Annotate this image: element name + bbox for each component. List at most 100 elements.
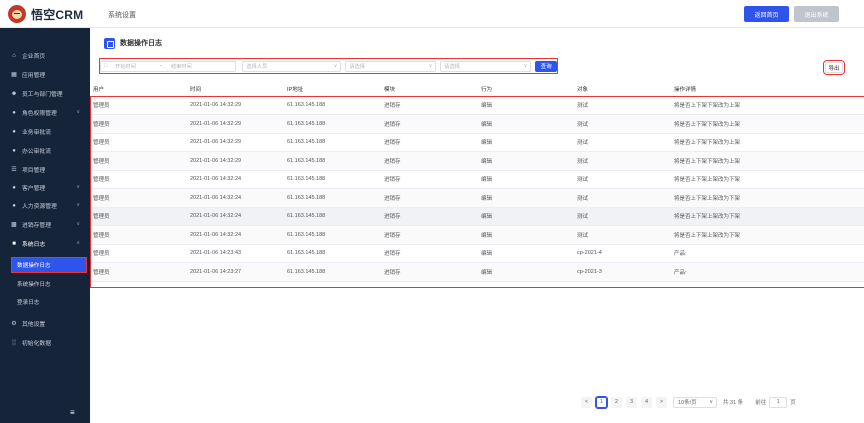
cell-detail: 将是否上下架下架改为上架 — [671, 96, 864, 115]
table-row[interactable]: 管理员 2021-01-06 14:32:29 61.163.145.188 进销存编… — [90, 114, 864, 134]
chevron-down-icon: ∨ — [76, 202, 80, 208]
column-header-action[interactable]: 行为 — [478, 82, 574, 97]
cell-time: 2021-01-06 14:32:29 — [187, 133, 284, 152]
cell-object: 测试 — [574, 114, 671, 134]
home-icon: ⌂ — [12, 52, 16, 59]
table-header-row: 用户 时间 IP地址 模块 行为 对象 操作详情 — [90, 82, 864, 97]
page-button-1[interactable]: 1 — [595, 395, 608, 409]
action-select[interactable]: 请选择 ∨ — [440, 60, 532, 72]
cell-user: 管理员 — [90, 114, 187, 134]
cell-action: 编辑 — [478, 114, 574, 134]
cell-ip: 61.163.145.188 — [284, 225, 381, 245]
sidebar-item-init-data[interactable]: ░ 初始化数据 — [0, 334, 90, 351]
export-button[interactable]: 导出 — [823, 60, 845, 75]
collapse-menu-icon[interactable]: ≡ — [70, 408, 75, 417]
users-icon: ☻ — [10, 90, 18, 97]
page-button-2[interactable]: 2 — [611, 396, 622, 408]
sidebar-sub-login-log[interactable]: 登录日志 — [12, 295, 86, 309]
cell-user: 管理员 — [90, 244, 187, 263]
cell-user: 管理员 — [90, 96, 187, 115]
table-row[interactable]: 管理员 2021-01-06 14:32:29 61.163.145.188 进销存编… — [90, 133, 864, 152]
sidebar-item-enterprise-home[interactable]: ⌂ 企业首页 — [0, 47, 90, 64]
sidebar-item-inventory[interactable]: ▩ 进销存管理 ∨ — [0, 216, 90, 233]
sidebar-item-customers[interactable]: ● 客户管理 ∨ — [0, 179, 90, 196]
cell-time: 2021-01-06 14:32:29 — [187, 151, 284, 171]
page-button-3[interactable]: 3 — [626, 396, 637, 408]
table-row[interactable]: 管理员 2021-01-06 14:32:24 61.163.145.188 进销存编… — [90, 225, 864, 245]
column-header-ip[interactable]: IP地址 — [284, 82, 381, 97]
table-row[interactable]: 管理员 2021-01-06 14:32:29 61.163.145.188 进销存编… — [90, 151, 864, 171]
cell-time: 2021-01-06 14:32:24 — [187, 207, 284, 226]
table-row[interactable]: 管理员 2021-01-06 14:32:29 61.163.145.188 进销存编… — [90, 96, 864, 115]
goto-page-input[interactable]: 1 — [769, 396, 788, 408]
sidebar-item-roles[interactable]: ● 角色权限管理 ∨ — [0, 104, 90, 121]
cell-module: 进销存 — [381, 244, 478, 263]
cell-action: 编辑 — [478, 151, 574, 171]
sidebar-item-business-approval[interactable]: ● 业务审批流 — [0, 123, 90, 140]
home-button[interactable]: 返回首页 — [744, 6, 789, 22]
sidebar-item-hr[interactable]: ● 人力资源管理 ∨ — [0, 197, 90, 214]
page-button-4[interactable]: 4 — [641, 396, 652, 408]
sidebar-item-projects[interactable]: ☰ 项目管理 — [0, 161, 90, 178]
cell-action: 编辑 — [478, 188, 574, 208]
cell-module: 进销存 — [381, 96, 478, 115]
sidebar-sub-system-log[interactable]: 系统操作日志 — [12, 277, 86, 291]
cell-ip: 61.163.145.188 — [284, 114, 381, 134]
cell-action: 编辑 — [478, 170, 574, 189]
date-separator: - — [160, 63, 162, 69]
cell-detail: 将是否上下架下架改为上架 — [671, 114, 864, 134]
column-header-time[interactable]: 时间 — [187, 82, 284, 97]
user-select[interactable]: 选择人员 ∨ — [242, 60, 342, 72]
cell-object: 测试 — [574, 133, 671, 152]
column-header-detail[interactable]: 操作详情 — [671, 82, 864, 97]
column-header-module[interactable]: 模块 — [381, 82, 478, 97]
module-select[interactable]: 请选择 ∨ — [345, 60, 437, 72]
column-header-object[interactable]: 对象 — [574, 82, 671, 97]
chevron-down-icon: ∨ — [709, 398, 713, 405]
table-row[interactable]: 管理员 2021-01-06 14:23:27 61.163.145.188 进销存编… — [90, 262, 864, 282]
column-header-user[interactable]: 用户 — [90, 82, 187, 97]
prev-page-button[interactable]: < — [581, 396, 592, 408]
chevron-down-icon: ∨ — [333, 62, 338, 69]
logo[interactable]: 悟空CRM — [8, 5, 83, 23]
page-size-select[interactable]: 10条/页 ∨ — [673, 396, 717, 408]
table-row[interactable]: 管理员 2021-01-06 14:32:24 61.163.145.188 进销存编… — [90, 188, 864, 208]
sidebar-sub-data-log[interactable]: 数据操作日志 — [11, 257, 87, 273]
cell-action: 编辑 — [478, 262, 574, 282]
cell-ip: 61.163.145.188 — [284, 244, 381, 263]
search-button[interactable]: 查询 — [535, 60, 558, 72]
cell-module: 进销存 — [381, 188, 478, 208]
end-time-input[interactable]: 结束时间 — [171, 63, 192, 70]
table-row[interactable]: 管理员 2021-01-06 14:23:43 61.163.145.188 进销存编… — [90, 244, 864, 263]
page-suffix: 页 — [790, 400, 796, 406]
logout-button[interactable]: 退出系统 — [794, 6, 839, 22]
start-time-input[interactable]: 开始时间 — [115, 63, 157, 70]
cell-detail: 将是否上下架上架改为下架 — [671, 207, 864, 226]
table-row[interactable]: 管理员 2021-01-06 14:32:24 61.163.145.188 进销存编… — [90, 207, 864, 226]
chart-icon: ░ — [11, 339, 17, 346]
next-page-button[interactable]: > — [656, 396, 667, 408]
cell-time: 2021-01-06 14:32:24 — [187, 225, 284, 245]
calendar-icon: □ — [104, 63, 108, 69]
cell-detail: 将是否上下架上架改为下架 — [671, 225, 864, 245]
cell-ip: 61.163.145.188 — [284, 151, 381, 171]
sidebar-item-apps[interactable]: ▦ 应用管理 — [0, 66, 90, 83]
chevron-down-icon: ∨ — [428, 62, 433, 69]
table-row[interactable]: 管理员 2021-01-06 14:32:24 61.163.145.188 进销存编… — [90, 170, 864, 189]
breadcrumb: 系统设置 — [108, 12, 136, 19]
cell-detail: 将是否上下架上架改为下架 — [671, 170, 864, 189]
project-icon: ☰ — [11, 167, 17, 173]
cell-action: 编辑 — [478, 225, 574, 245]
cell-module: 进销存 — [381, 114, 478, 134]
cell-object: 测试 — [574, 188, 671, 208]
cell-ip: 61.163.145.188 — [284, 170, 381, 189]
logo-icon — [8, 5, 26, 23]
pagination: < 1 2 3 4 > 10条/页 ∨ 共 31 条 前往 1 页 — [581, 395, 796, 409]
date-range-picker[interactable]: □ 开始时间 - 结束时间 — [100, 60, 237, 72]
inventory-icon: ▩ — [11, 222, 17, 228]
sidebar-item-office-approval[interactable]: ● 办公审批流 — [0, 142, 90, 159]
cell-object: 测试 — [574, 96, 671, 115]
sidebar-item-other-settings[interactable]: ⚙ 其他设置 — [0, 315, 90, 332]
sidebar-item-staff[interactable]: ☻ 员工与部门管理 — [0, 85, 90, 102]
sidebar-item-system-log[interactable]: ■ 系统日志 ∧ — [0, 235, 90, 252]
